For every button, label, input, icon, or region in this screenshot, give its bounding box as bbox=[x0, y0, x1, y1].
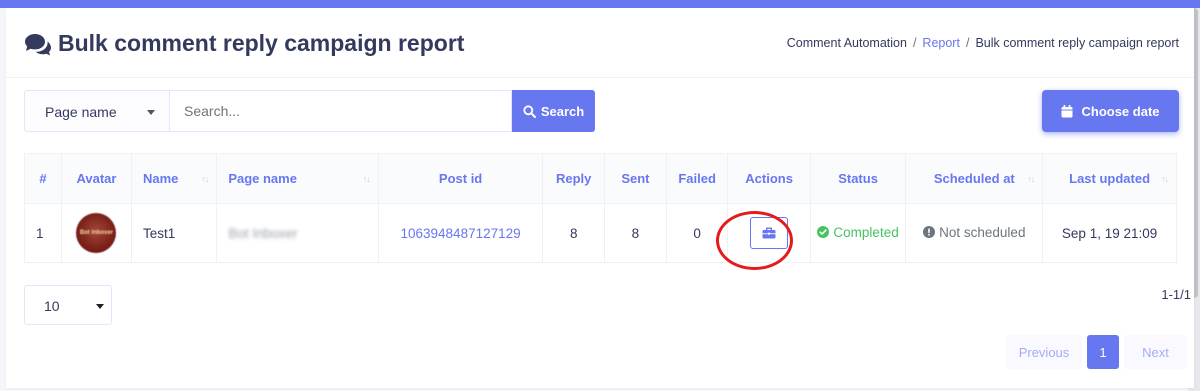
cell-name: Test1 bbox=[130, 203, 218, 263]
search-button[interactable]: Search bbox=[512, 90, 595, 132]
column-header-number[interactable]: # bbox=[23, 153, 63, 204]
choose-date-button[interactable]: Choose date bbox=[1042, 90, 1179, 132]
pagination-page-1[interactable]: 1 bbox=[1087, 335, 1119, 369]
cell-post-id: 1063948487127129 bbox=[377, 203, 544, 263]
breadcrumb-item-report[interactable]: Report bbox=[922, 36, 960, 50]
records-count: 1-1/1 bbox=[1161, 287, 1191, 302]
column-header-sent[interactable]: Sent bbox=[604, 153, 667, 204]
section-header: Bulk comment reply campaign report Comme… bbox=[6, 8, 1194, 78]
page-name-select-value: Page name bbox=[45, 104, 117, 120]
column-header-post-id[interactable]: Post id bbox=[377, 153, 544, 204]
search-icon bbox=[523, 104, 536, 118]
breadcrumb: Comment Automation / Report / Bulk comment r… bbox=[787, 36, 1179, 50]
red-highlight-circle bbox=[716, 211, 793, 270]
chevron-down-icon bbox=[96, 304, 104, 309]
column-header-actions: Actions bbox=[727, 153, 811, 204]
report-table: # Avatar Name ↑↓ Page name ↑↓ Post id Repl… bbox=[23, 153, 1177, 263]
cell-number: 1 bbox=[23, 203, 63, 263]
status-completed: Completed bbox=[817, 225, 899, 240]
cell-status: Completed bbox=[809, 203, 907, 263]
sort-icon[interactable]: ↑↓ bbox=[1161, 174, 1169, 184]
table-row: 1 Bot Inboxer Test1 Bot Inboxer 10639484… bbox=[23, 203, 1177, 263]
avatar: Bot Inboxer bbox=[76, 213, 117, 253]
search-button-label: Search bbox=[540, 103, 585, 119]
pagination-previous[interactable]: Previous bbox=[1006, 335, 1082, 369]
cell-last-updated: Sep 1, 19 21:09 bbox=[1042, 203, 1177, 263]
cell-reply: 8 bbox=[542, 203, 606, 263]
column-header-scheduled-at[interactable]: Scheduled at ↑↓ bbox=[905, 153, 1044, 204]
page-size-select[interactable]: 10 bbox=[24, 285, 112, 325]
status-not-scheduled: Not scheduled bbox=[923, 225, 1025, 240]
column-header-last-updated[interactable]: Last updated ↑↓ bbox=[1042, 153, 1177, 204]
column-header-reply[interactable]: Reply bbox=[542, 153, 606, 204]
sort-icon[interactable]: ↑↓ bbox=[201, 174, 209, 184]
breadcrumb-separator: / bbox=[912, 36, 917, 50]
comments-icon bbox=[25, 34, 51, 56]
breadcrumb-item-comment-automation[interactable]: Comment Automation bbox=[787, 36, 907, 50]
cell-avatar: Bot Inboxer bbox=[61, 203, 132, 263]
column-header-name[interactable]: Name ↑↓ bbox=[130, 153, 218, 204]
table-header-row: # Avatar Name ↑↓ Page name ↑↓ Post id Repl… bbox=[23, 153, 1177, 204]
sort-icon[interactable]: ↑↓ bbox=[1027, 174, 1035, 184]
chevron-down-icon bbox=[147, 110, 155, 115]
column-header-status[interactable]: Status bbox=[809, 153, 907, 204]
check-circle-icon bbox=[817, 226, 830, 239]
page-name-select[interactable]: Page name bbox=[24, 90, 170, 132]
column-header-page-name[interactable]: Page name ↑↓ bbox=[216, 153, 379, 204]
choose-date-label: Choose date bbox=[1081, 103, 1160, 119]
page-title: Bulk comment reply campaign report bbox=[58, 30, 465, 56]
pagination-next[interactable]: Next bbox=[1124, 335, 1187, 369]
breadcrumb-separator: / bbox=[965, 36, 970, 50]
column-header-failed[interactable]: Failed bbox=[665, 153, 729, 204]
cell-sent: 8 bbox=[604, 203, 667, 263]
calendar-icon bbox=[1061, 104, 1073, 117]
exclamation-circle-icon bbox=[923, 226, 936, 239]
page-size-value: 10 bbox=[44, 298, 60, 314]
cell-page-name: Bot Inboxer bbox=[216, 203, 379, 263]
cell-scheduled-at: Not scheduled bbox=[905, 203, 1044, 263]
sort-icon[interactable]: ↑↓ bbox=[363, 174, 371, 184]
filter-bar: Page name Search bbox=[24, 90, 595, 132]
breadcrumb-item-current: Bulk comment reply campaign report bbox=[975, 36, 1179, 50]
post-id-link[interactable]: 1063948487127129 bbox=[401, 226, 521, 241]
pagination: Previous 1 Next bbox=[1006, 335, 1187, 369]
search-input[interactable] bbox=[170, 90, 512, 132]
top-accent-bar bbox=[0, 0, 1200, 8]
column-header-avatar[interactable]: Avatar bbox=[61, 153, 132, 204]
